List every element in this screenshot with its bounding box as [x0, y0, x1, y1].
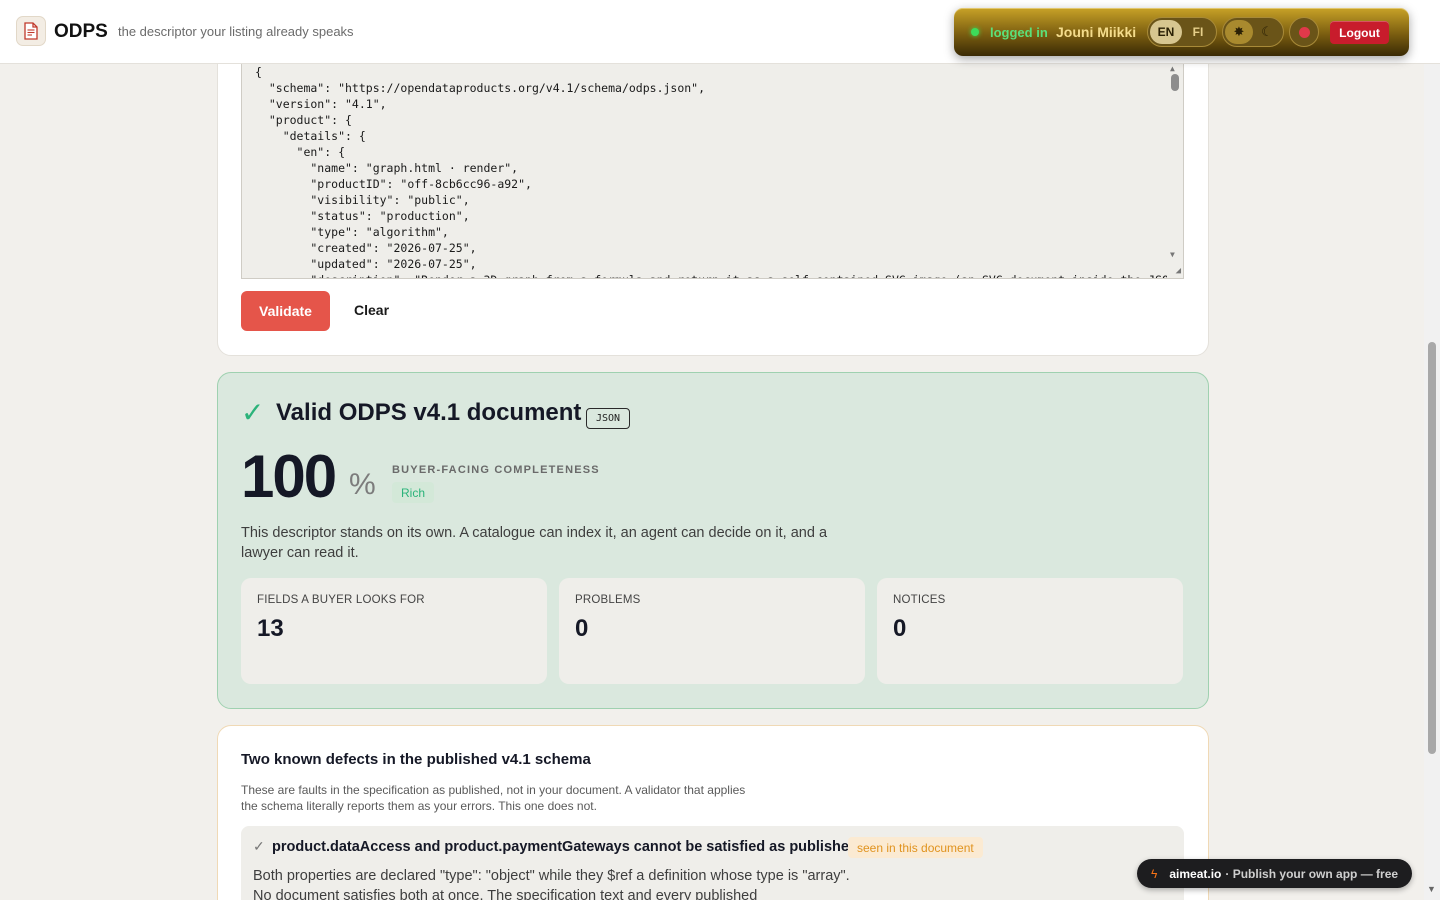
score-rating-badge: Rich: [392, 482, 435, 503]
user-name: Jouni Miikki: [1056, 24, 1137, 40]
lightning-icon: ϟ: [1151, 866, 1158, 881]
result-description: This descriptor stands on its own. A cat…: [241, 525, 828, 561]
promo-brand: aimeat.io: [1169, 866, 1222, 881]
checkmark-icon: ✓: [241, 397, 265, 428]
code-line: "schema": "https://opendataproducts.org/…: [255, 81, 706, 95]
code-line: "type": "algorithm",: [255, 225, 449, 239]
login-status: logged in: [990, 25, 1048, 40]
completeness-score: 100: [241, 443, 337, 510]
textarea-scroll-thumb[interactable]: [1171, 74, 1179, 91]
stat-label: NOTICES: [893, 594, 946, 606]
code-line: {: [255, 65, 262, 79]
page-scrollbar[interactable]: ▼: [1424, 64, 1440, 900]
format-badge: JSON: [586, 408, 631, 429]
stat-problems-card: PROBLEMS 0: [559, 578, 865, 684]
code-line: "product": {: [255, 113, 352, 127]
online-status-dot: [971, 28, 979, 36]
defect-body: Both properties are declared "type": "ob…: [253, 868, 850, 900]
moon-icon[interactable]: ☾: [1253, 20, 1281, 44]
promo-pill[interactable]: ϟ aimeat.io · Publish your own app — fre…: [1137, 859, 1412, 888]
record-button[interactable]: [1289, 17, 1319, 47]
stat-notices-card: NOTICES 0: [877, 578, 1183, 684]
code-line: "visibility": "public",: [255, 193, 470, 207]
score-label: BUYER-FACING COMPLETENESS: [392, 464, 600, 476]
defect-title: product.dataAccess and product.paymentGa…: [272, 839, 858, 855]
document-icon[interactable]: [16, 16, 46, 46]
code-line: "version": "4.1",: [255, 97, 387, 111]
language-switcher: EN FI: [1147, 17, 1217, 47]
code-line: "created": "2026-07-25",: [255, 241, 477, 255]
scroll-up-icon[interactable]: ▲: [1170, 64, 1175, 73]
top-bar: ODPS the descriptor your listing already…: [0, 0, 1440, 64]
code-line: "productID": "off-8cb6cc96-a92",: [255, 177, 532, 191]
scroll-down-icon[interactable]: ▼: [1170, 250, 1175, 259]
descriptor-code: { "schema": "https://opendataproducts.or…: [242, 64, 1183, 278]
textarea-scrollbar[interactable]: ▲ ▼: [1167, 64, 1183, 278]
resize-handle-icon[interactable]: ◢: [1176, 266, 1181, 276]
score-unit: %: [349, 468, 376, 501]
scroll-down-icon[interactable]: ▼: [1427, 884, 1436, 894]
stat-label: PROBLEMS: [575, 594, 641, 606]
brand-name[interactable]: ODPS: [54, 21, 108, 43]
stat-label: FIELDS A BUYER LOOKS FOR: [257, 594, 425, 606]
logout-button[interactable]: Logout: [1330, 21, 1389, 44]
language-option-fi[interactable]: FI: [1182, 20, 1214, 44]
language-option-en[interactable]: EN: [1150, 20, 1182, 44]
stat-value: 0: [893, 615, 907, 642]
promo-text: · Publish your own app — free: [1225, 866, 1399, 881]
descriptor-textarea[interactable]: { "schema": "https://opendataproducts.or…: [241, 64, 1184, 279]
code-line: "status": "production",: [255, 209, 470, 223]
defect-seen-badge: seen in this document: [848, 837, 983, 858]
check-icon: ✓: [253, 838, 265, 854]
theme-switcher: ✸ ☾: [1222, 17, 1284, 47]
stat-value: 0: [575, 615, 589, 642]
stat-value: 13: [257, 615, 284, 642]
stat-fields-card: FIELDS A BUYER LOOKS FOR 13: [241, 578, 547, 684]
clear-button[interactable]: Clear: [354, 302, 389, 318]
sun-icon[interactable]: ✸: [1225, 20, 1253, 44]
user-bar: logged in Jouni Miikki EN FI ✸ ☾ Logout: [954, 8, 1409, 56]
validate-button[interactable]: Validate: [241, 291, 330, 331]
code-line: "details": {: [255, 129, 366, 143]
code-line: "updated": "2026-07-25",: [255, 257, 477, 271]
result-title: Valid ODPS v4.1 document: [276, 399, 582, 426]
defects-description: These are faults in the specification as…: [241, 783, 746, 813]
brand-tagline: the descriptor your listing already spea…: [118, 24, 354, 39]
page-scroll-thumb[interactable]: [1428, 342, 1436, 754]
code-line: "name": "graph.html · render",: [255, 161, 519, 175]
record-icon: [1298, 26, 1310, 38]
code-line: "en": {: [255, 145, 346, 159]
code-line: "description": "Render a 3D graph from a…: [255, 272, 1183, 278]
defects-title: Two known defects in the published v4.1 …: [241, 751, 591, 768]
